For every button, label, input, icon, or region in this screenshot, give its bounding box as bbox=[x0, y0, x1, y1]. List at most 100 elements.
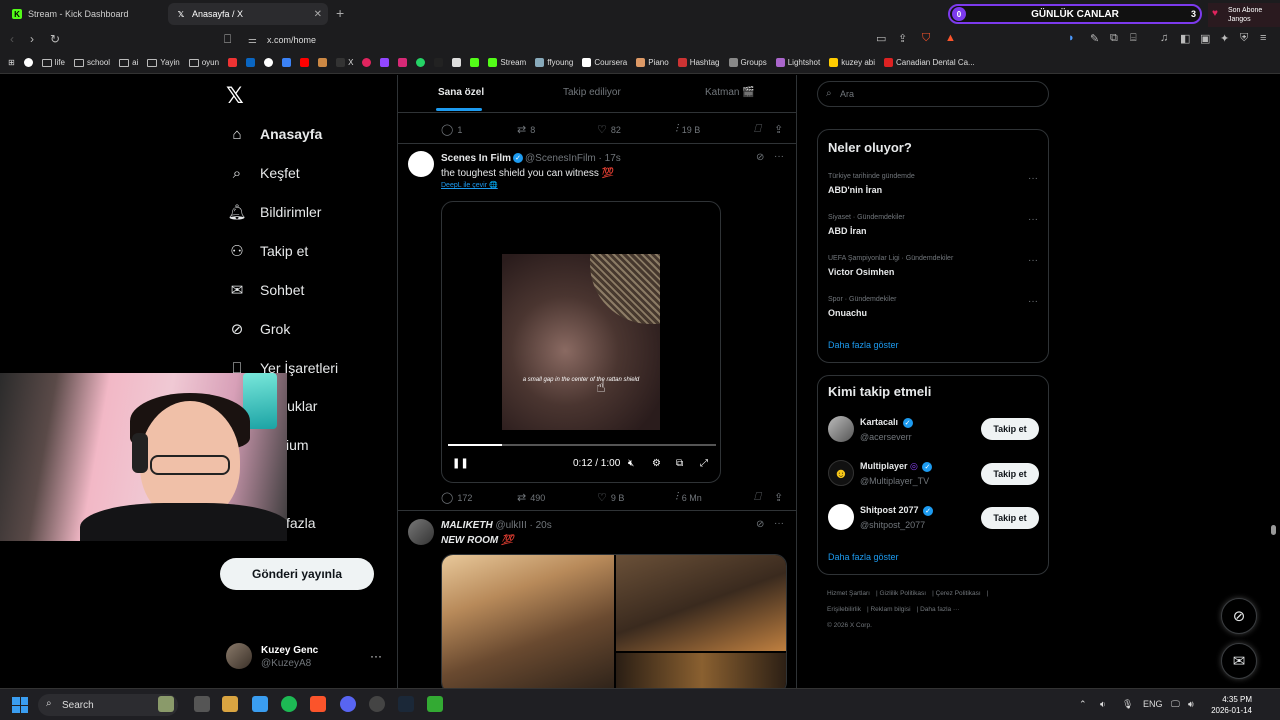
nav-item-lists[interactable]: luklar bbox=[284, 398, 317, 414]
bookmark-twitch[interactable] bbox=[380, 58, 390, 67]
bookmark-piano[interactable]: Piano bbox=[636, 58, 669, 67]
speaker-icon[interactable]: 🔉︎ bbox=[1100, 699, 1106, 710]
bookmark-chrome[interactable] bbox=[264, 58, 274, 67]
nav-item-premium[interactable]: ium bbox=[286, 437, 309, 453]
bookmark-google[interactable] bbox=[23, 58, 33, 67]
translate-link[interactable]: DeepL ile çevir 🌐 bbox=[441, 181, 498, 189]
suggested-account-name[interactable]: Shitpost 2077 ✓ bbox=[860, 505, 935, 516]
spotify-icon[interactable] bbox=[281, 696, 297, 712]
leo-icon[interactable]: ✦ bbox=[1220, 32, 1229, 45]
share-icon[interactable]: ⇪ bbox=[898, 32, 907, 45]
follow-button[interactable]: Takip et bbox=[981, 418, 1039, 440]
video-progress[interactable] bbox=[448, 444, 716, 446]
like-button[interactable]: ♡ 82 bbox=[597, 123, 621, 136]
close-tab-icon[interactable]: ✕ bbox=[314, 9, 322, 20]
bookmark-folder-yayin[interactable]: Yayin bbox=[147, 58, 180, 67]
nav-item-explore[interactable]: ⌕ Keşfet bbox=[228, 164, 300, 182]
bookmark-button[interactable]: ⎕ bbox=[754, 491, 761, 504]
more-icon[interactable]: ··· bbox=[774, 151, 784, 162]
media-icon[interactable]: ♫ bbox=[1160, 32, 1168, 44]
views-button[interactable]: ⫶ 19 B bbox=[675, 123, 700, 136]
steam-icon[interactable] bbox=[398, 696, 414, 712]
forward-icon[interactable]: › bbox=[30, 32, 34, 46]
discord-icon[interactable] bbox=[340, 696, 356, 712]
settings-icon[interactable]: ⚙ bbox=[652, 458, 661, 469]
nav-item-more[interactable]: fazla bbox=[286, 515, 316, 531]
bookmark-folder-ai[interactable]: ai bbox=[119, 58, 138, 67]
task-view-icon[interactable] bbox=[194, 696, 210, 712]
trend-name[interactable]: ABD'nin İran bbox=[828, 185, 882, 195]
video-player[interactable]: a small gap in the center of the rattan … bbox=[441, 201, 721, 483]
tweet-media-grid[interactable] bbox=[441, 554, 787, 688]
pip-icon[interactable]: ⧉ bbox=[676, 458, 683, 469]
share-button[interactable]: ⇪ bbox=[774, 123, 783, 136]
nav-item-home[interactable]: ⌂ Anasayfa bbox=[228, 125, 322, 143]
pause-icon[interactable]: ❚❚ bbox=[452, 458, 469, 469]
bookmark-hashtag[interactable]: Hashtag bbox=[677, 58, 720, 67]
widget-app-icon[interactable] bbox=[158, 696, 174, 712]
footer-link[interactable]: Hizmet Şartları bbox=[827, 590, 870, 597]
x-logo-icon[interactable]: 𝕏 bbox=[226, 83, 244, 109]
grok-icon[interactable]: ⊘ bbox=[756, 152, 764, 163]
views-button[interactable]: ⫶ 6 Mn bbox=[675, 491, 702, 504]
reload-icon[interactable]: ↻ bbox=[50, 32, 60, 46]
tab-kick-dashboard[interactable]: K Stream - Kick Dashboard bbox=[4, 3, 166, 25]
footer-link[interactable]: Erişilebilirlik bbox=[827, 606, 861, 613]
bookmark-site[interactable] bbox=[228, 58, 238, 67]
footer-link[interactable]: Reklam bilgisi bbox=[870, 606, 910, 613]
brave-rewards-icon[interactable]: ▲ bbox=[945, 32, 956, 44]
tab-following[interactable]: Takip ediliyor bbox=[563, 87, 621, 98]
apps-icon[interactable]: ⊞ bbox=[8, 58, 15, 67]
brave-shield-icon[interactable]: ⛉ bbox=[922, 32, 930, 45]
wallet-icon[interactable]: ▣ bbox=[1200, 32, 1210, 45]
nav-item-notifications[interactable]: 🔔︎ Bildirimler bbox=[227, 203, 321, 221]
more-icon[interactable]: ··· bbox=[774, 518, 784, 529]
media-image[interactable] bbox=[616, 555, 786, 651]
like-button[interactable]: ♡ 9 B bbox=[597, 491, 624, 504]
show-more-link[interactable]: Daha fazla göster bbox=[828, 552, 899, 562]
follow-button[interactable]: Takip et bbox=[981, 507, 1039, 529]
bookmark-whatsapp[interactable] bbox=[416, 58, 426, 67]
bookmark-folder-school[interactable]: school bbox=[73, 58, 110, 67]
taskbar-search[interactable]: ⌕ Search bbox=[38, 694, 178, 716]
bookmark-coursera[interactable]: Coursera bbox=[582, 58, 627, 67]
bookmark-groups[interactable]: Groups bbox=[728, 58, 767, 67]
scrollbar-thumb[interactable] bbox=[1271, 525, 1276, 535]
bookmark-tumblr[interactable] bbox=[434, 58, 444, 67]
brave-icon[interactable] bbox=[310, 696, 326, 712]
suggested-account-name[interactable]: Multiplayer ◎ ✓ bbox=[860, 461, 934, 472]
file-explorer-icon[interactable] bbox=[222, 696, 238, 712]
tab-x-home[interactable]: 𝕏 Anasayfa / X ✕ bbox=[168, 3, 328, 25]
avatar[interactable]: ☻ bbox=[828, 460, 854, 486]
reply-button[interactable]: ◯ 1 bbox=[441, 123, 462, 136]
trend-name[interactable]: ABD İran bbox=[828, 226, 867, 236]
show-more-link[interactable]: Daha fazla göster bbox=[828, 340, 899, 350]
vpn-icon[interactable]: ⛨ bbox=[1240, 32, 1248, 45]
sidebar-icon[interactable]: ◧ bbox=[1180, 32, 1190, 45]
bookmark-linkedin[interactable] bbox=[246, 58, 256, 67]
avatar[interactable] bbox=[828, 416, 854, 442]
avatar[interactable] bbox=[828, 504, 854, 530]
search-input[interactable]: ⌕ Ara bbox=[817, 81, 1049, 107]
messages-fab-button[interactable]: ✉ bbox=[1221, 643, 1257, 679]
obs-icon[interactable] bbox=[369, 696, 385, 712]
bookmark-site[interactable] bbox=[282, 58, 292, 67]
bookmark-folder-life[interactable]: life bbox=[41, 58, 65, 67]
tweet-author[interactable]: Scenes In Film ✓ @ScenesInFilm · 17s bbox=[441, 153, 621, 164]
more-icon[interactable]: ··· bbox=[370, 649, 382, 663]
nav-item-grok[interactable]: ⊘ Grok bbox=[228, 320, 291, 338]
repost-button[interactable]: ⇄ 490 bbox=[517, 491, 545, 504]
url-field[interactable]: ⚌ x.com/home bbox=[244, 31, 966, 49]
nav-item-chat[interactable]: ✉ Sohbet bbox=[228, 281, 305, 299]
trend-name[interactable]: Onuachu bbox=[828, 308, 867, 318]
bookmark-button[interactable]: ⎕ bbox=[754, 123, 761, 136]
avatar[interactable] bbox=[408, 151, 434, 177]
bookmark-page-icon[interactable]: ⎕ bbox=[224, 32, 231, 47]
more-icon[interactable]: ··· bbox=[1028, 296, 1038, 307]
footer-link[interactable]: Çerez Politikası bbox=[936, 590, 981, 597]
post-button[interactable]: Gönderi yayınla bbox=[220, 558, 374, 590]
bookmark-instagram[interactable] bbox=[398, 58, 408, 67]
taskbar-clock[interactable]: 4:35 PM 2026-01-14 bbox=[1206, 694, 1252, 716]
mute-icon[interactable]: 🔇︎ bbox=[628, 458, 634, 469]
bookmark-kuzey-abi[interactable]: kuzey abi bbox=[829, 58, 875, 67]
